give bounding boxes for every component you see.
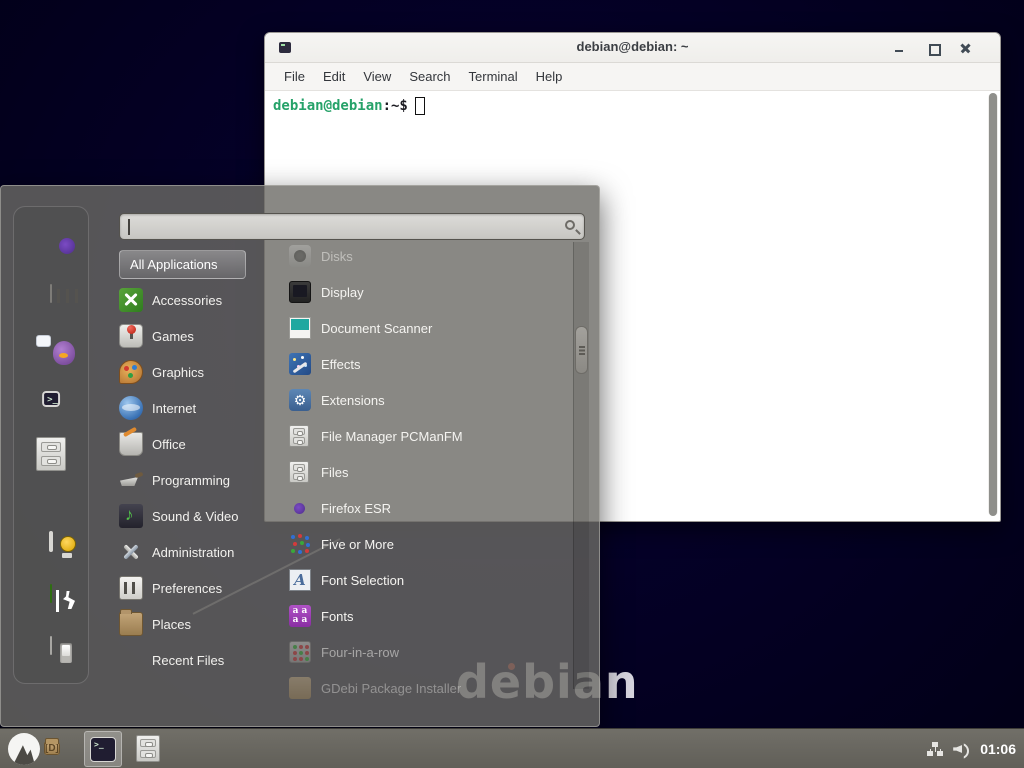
- places-icon: [119, 612, 143, 636]
- sound-video-icon: [119, 504, 143, 528]
- menu-button[interactable]: [8, 733, 40, 765]
- category-internet[interactable]: Internet: [119, 390, 284, 426]
- gdebi-icon: [289, 677, 311, 699]
- terminal-menubar: File Edit View Search Terminal Help: [265, 63, 1000, 91]
- file-cabinet-icon: [289, 461, 309, 483]
- menu-help[interactable]: Help: [527, 65, 572, 88]
- four-in-a-row-icon: [289, 641, 311, 663]
- minimize-button[interactable]: [892, 41, 908, 55]
- administration-icon: [119, 540, 143, 564]
- disks-icon: [289, 245, 311, 267]
- session-lock-screen[interactable]: [49, 533, 53, 551]
- menu-edit[interactable]: Edit: [314, 65, 354, 88]
- logout-icon: [50, 584, 52, 603]
- favorite-terminal[interactable]: >_: [42, 389, 60, 407]
- close-button[interactable]: [958, 41, 974, 55]
- terminal-prompt-user: debian@debian: [273, 98, 383, 114]
- terminal-cursor: [415, 97, 425, 115]
- app-document-scanner[interactable]: Document Scanner: [289, 310, 571, 346]
- document-scanner-icon: [289, 317, 311, 339]
- menu-scrollbar[interactable]: [573, 242, 589, 689]
- app-fonts[interactable]: a aa aFonts: [289, 598, 571, 634]
- terminal-icon: >_: [42, 391, 60, 407]
- terminal-titlebar[interactable]: debian@debian: ~: [265, 33, 1000, 63]
- favorite-files[interactable]: [36, 437, 66, 471]
- lock-screen-icon: [49, 531, 53, 552]
- category-list: Accessories Games Graphics Internet Offi…: [119, 282, 284, 678]
- category-accessories[interactable]: Accessories: [119, 282, 284, 318]
- menu-view[interactable]: View: [354, 65, 400, 88]
- programming-icon: [119, 468, 143, 492]
- category-games[interactable]: Games: [119, 318, 284, 354]
- all-applications-label: All Applications: [130, 257, 217, 272]
- maximize-button[interactable]: [926, 41, 942, 55]
- effects-icon: [289, 353, 311, 375]
- category-recent-files[interactable]: Recent Files: [119, 642, 284, 678]
- terminal-title: debian@debian: ~: [265, 39, 1000, 54]
- games-icon: [119, 324, 143, 348]
- menu-search[interactable]: Search: [400, 65, 459, 88]
- terminal-window-button[interactable]: >_: [84, 731, 122, 767]
- category-places[interactable]: Places: [119, 606, 284, 642]
- app-four-in-a-row[interactable]: Four-in-a-row: [289, 634, 571, 670]
- fonts-icon: a aa a: [289, 605, 311, 627]
- file-cabinet-icon: [36, 437, 66, 471]
- extensions-icon: ⚙: [289, 389, 311, 411]
- app-file-manager-pcmanfm[interactable]: File Manager PCManFM: [289, 418, 571, 454]
- files-cabinet-icon: [136, 735, 160, 762]
- app-display[interactable]: Display: [289, 274, 571, 310]
- volume-icon[interactable]: [953, 741, 971, 757]
- accessories-icon: [119, 288, 143, 312]
- app-font-selection[interactable]: AFont Selection: [289, 562, 571, 598]
- category-programming[interactable]: Programming: [119, 462, 284, 498]
- category-all-applications[interactable]: All Applications: [119, 250, 246, 279]
- favorite-control-center[interactable]: [50, 285, 52, 303]
- app-effects[interactable]: Effects: [289, 346, 571, 382]
- file-manager-folder-icon: [D]: [44, 742, 60, 755]
- graphics-icon: [119, 360, 143, 384]
- network-icon[interactable]: [927, 742, 944, 757]
- font-selection-icon: A: [289, 569, 311, 591]
- shutdown-icon: [50, 636, 52, 655]
- files-launcher[interactable]: [136, 735, 160, 762]
- terminal-icon: >_: [90, 737, 116, 762]
- app-files[interactable]: Files: [289, 454, 571, 490]
- app-extensions[interactable]: ⚙Extensions: [289, 382, 571, 418]
- system-tray: 01:06: [927, 729, 1016, 768]
- app-five-or-more[interactable]: Five or More: [289, 526, 571, 562]
- session-shutdown[interactable]: [50, 637, 52, 655]
- app-gdebi-package-installer[interactable]: GDebi Package Installer: [289, 670, 571, 706]
- file-manager-launcher[interactable]: [D]: [44, 738, 60, 760]
- menu-terminal[interactable]: Terminal: [460, 65, 527, 88]
- menu-file[interactable]: File: [275, 65, 314, 88]
- taskbar: [D] >_ 01:06: [0, 728, 1024, 768]
- search-input[interactable]: [119, 213, 585, 240]
- menu-scrollbar-thumb[interactable]: [575, 326, 588, 374]
- clock[interactable]: 01:06: [980, 741, 1016, 757]
- favorites-panel: >_: [13, 206, 89, 684]
- category-graphics[interactable]: Graphics: [119, 354, 284, 390]
- magnifier-icon: [565, 220, 575, 230]
- app-firefox-esr[interactable]: Firefox ESR: [289, 490, 571, 526]
- session-logout[interactable]: [50, 585, 52, 603]
- application-list: Disks Display Document Scanner Effects ⚙…: [289, 238, 571, 706]
- control-center-icon: [50, 284, 52, 303]
- office-icon: [119, 432, 143, 456]
- internet-icon: [119, 396, 143, 420]
- category-sound-video[interactable]: Sound & Video: [119, 498, 284, 534]
- category-preferences[interactable]: Preferences: [119, 570, 284, 606]
- file-cabinet-icon: [289, 425, 309, 447]
- terminal-scrollbar-thumb[interactable]: [989, 93, 997, 516]
- terminal-scrollbar[interactable]: [988, 93, 998, 516]
- display-icon: [289, 281, 311, 303]
- text-caret: [128, 219, 130, 235]
- application-menu: >_ All Applications Accessories Games Gr…: [0, 185, 600, 727]
- terminal-prompt-suffix: :~$: [383, 98, 408, 114]
- category-office[interactable]: Office: [119, 426, 284, 462]
- five-or-more-icon: [289, 533, 311, 555]
- category-administration[interactable]: Administration: [119, 534, 284, 570]
- app-disks[interactable]: Disks: [289, 238, 571, 274]
- preferences-icon: [119, 576, 143, 600]
